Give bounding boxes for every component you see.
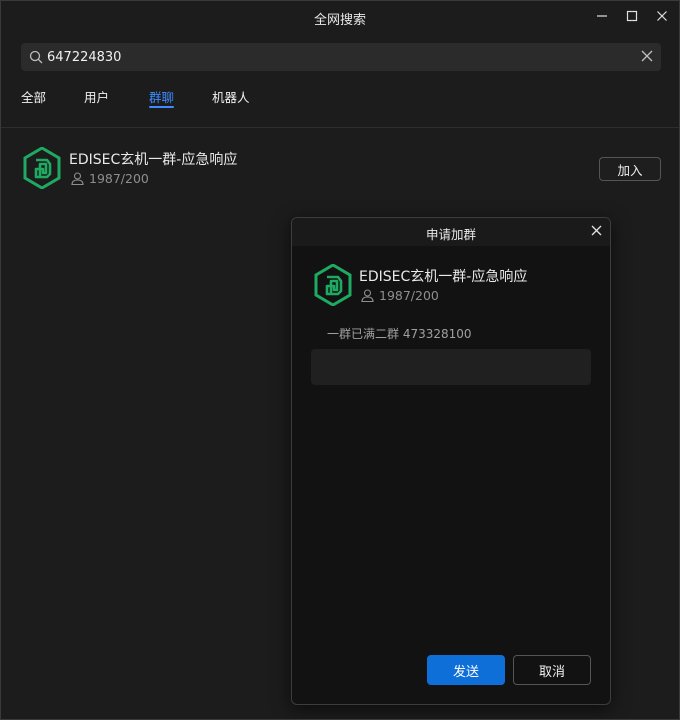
minimize-icon [597,15,607,17]
dialog-member-count: 1987/200 [361,288,439,303]
clear-search-icon[interactable] [641,50,653,62]
join-message-input[interactable] [311,349,591,385]
tab-all[interactable]: 全部 [21,87,46,106]
person-icon [361,289,374,302]
dialog-group-name: EDISEC玄机一群-应急响应 [359,269,528,285]
send-button[interactable]: 发送 [427,655,505,685]
member-count: 1987/200 [71,171,149,186]
dialog-close-icon[interactable] [591,225,602,236]
group-description: 一群已满二群 473328100 [327,327,472,341]
tab-bots[interactable]: 机器人 [212,87,250,106]
person-icon [71,172,84,185]
edisec-logo-icon [23,147,61,189]
minimize-button[interactable] [588,5,616,27]
title-bar[interactable]: 全网搜索 [1,1,679,33]
maximize-icon [626,10,638,22]
tab-groups[interactable]: 群聊 [149,87,175,108]
join-button[interactable]: 加入 [599,157,661,181]
dialog-header: 申请加群 [292,218,610,246]
search-input[interactable] [47,43,627,71]
group-result-row[interactable]: EDISEC玄机一群-应急响应 1987/200 加入 [21,145,661,191]
search-icon [29,50,43,64]
divider [1,127,679,128]
maximize-button[interactable] [618,5,646,27]
close-window-button[interactable] [648,5,676,27]
close-icon [657,11,667,21]
active-tab-indicator [149,106,175,108]
group-name[interactable]: EDISEC玄机一群-应急响应 [69,149,237,169]
edisec-logo-icon [314,264,352,306]
cancel-button[interactable]: 取消 [513,655,591,685]
join-group-dialog: 申请加群 EDISEC玄机一群-应急响应 1987/200 一群已满二群 473… [291,217,611,705]
search-window: 全网搜索 全部 用户 群聊 机器人 EDISEC玄机一 [0,0,680,720]
dialog-title: 申请加群 [425,227,476,242]
window-title: 全网搜索 [313,13,366,28]
tab-users[interactable]: 用户 [84,87,109,106]
search-bar [21,43,661,71]
